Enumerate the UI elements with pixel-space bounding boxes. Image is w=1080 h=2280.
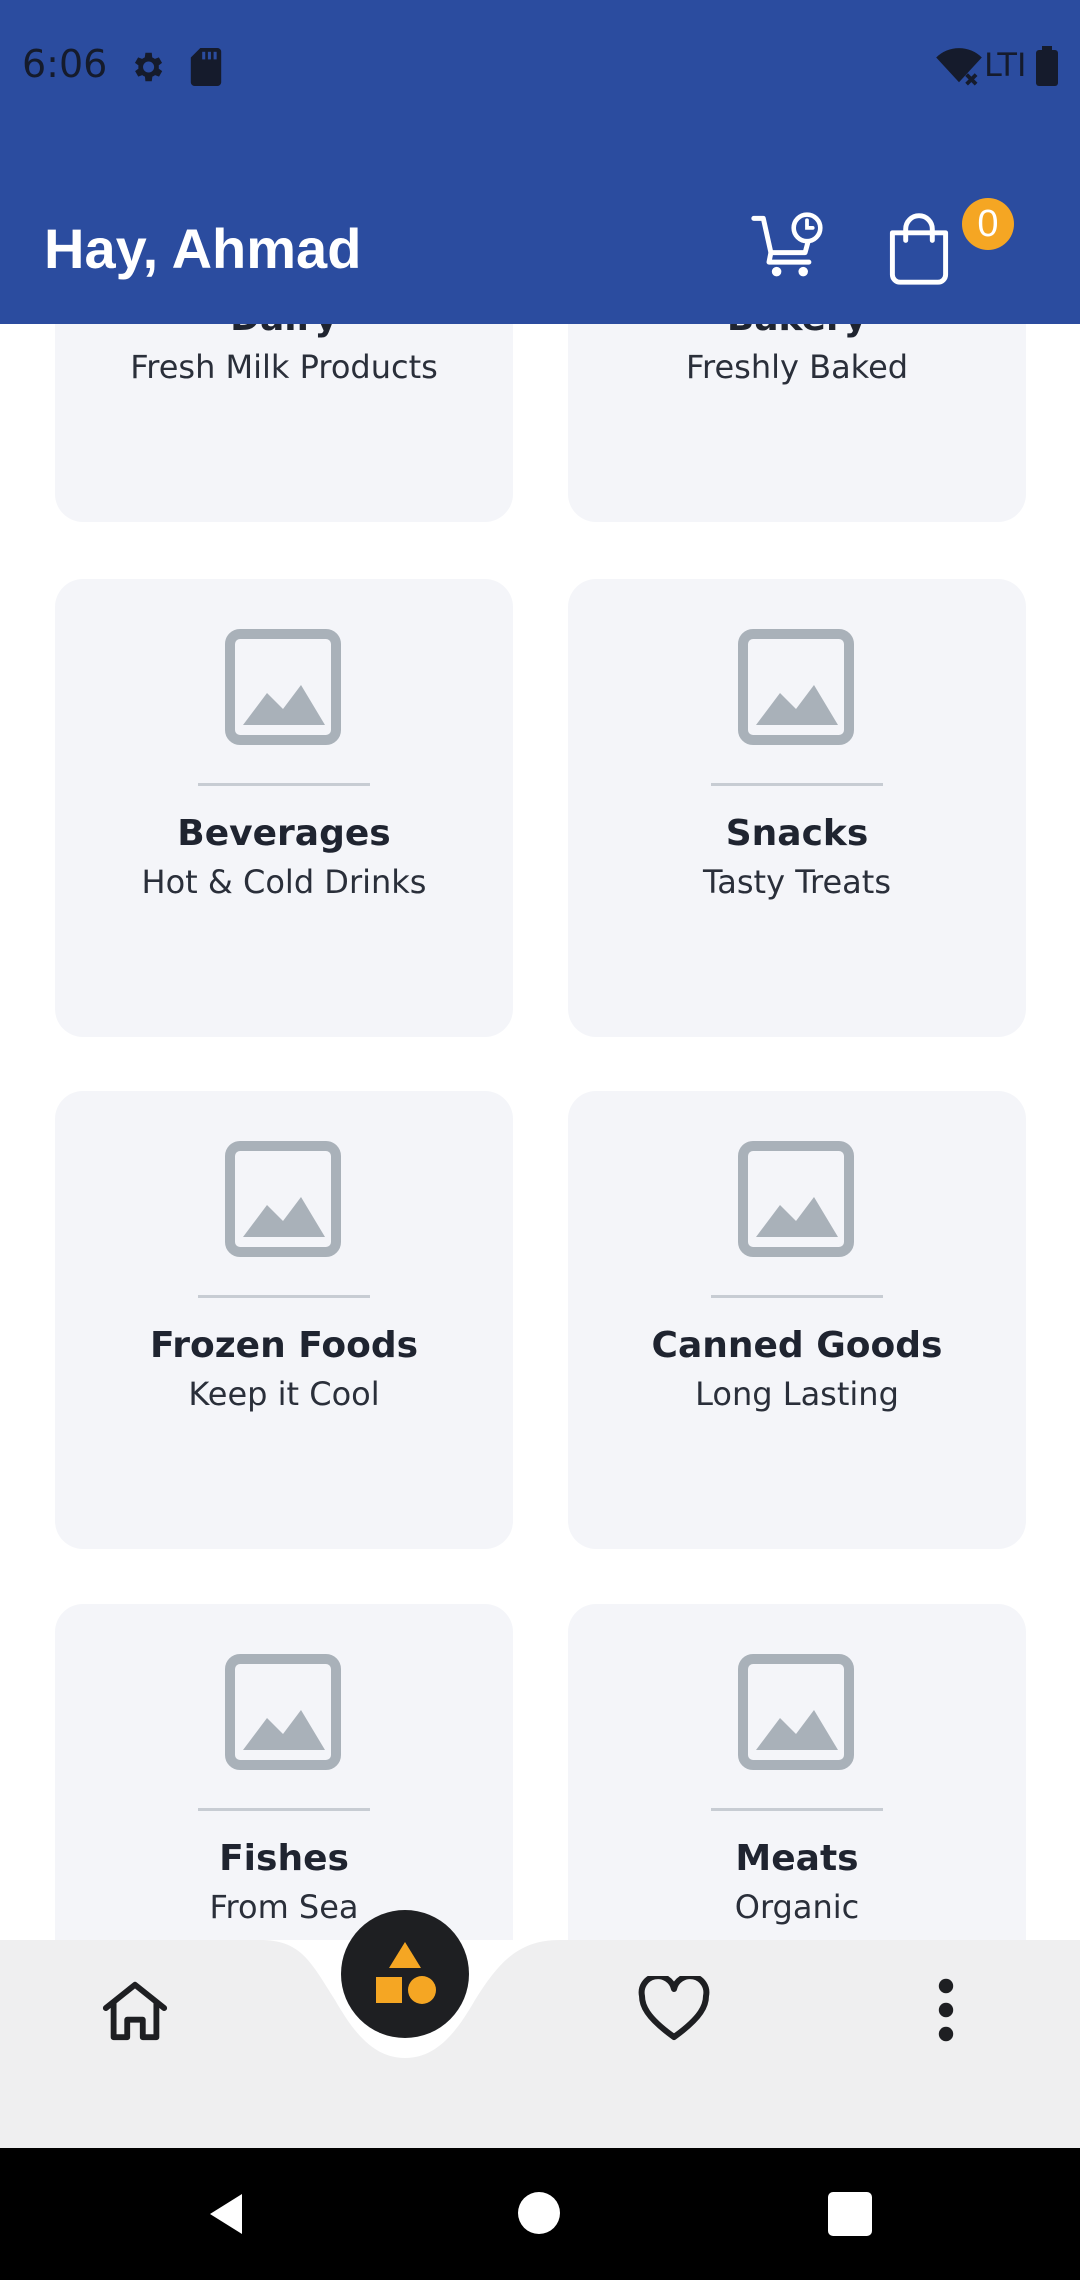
image-placeholder-icon xyxy=(225,1141,341,1257)
category-subtitle: Fresh Milk Products xyxy=(130,348,438,386)
card-divider xyxy=(711,1295,883,1298)
category-card-beverages[interactable]: Beverages Hot & Cold Drinks xyxy=(55,579,513,1037)
category-card-canned-goods[interactable]: Canned Goods Long Lasting xyxy=(568,1091,1026,1549)
card-divider xyxy=(711,1808,883,1811)
card-divider xyxy=(711,783,883,786)
category-subtitle: Hot & Cold Drinks xyxy=(141,863,427,901)
more-vert-icon[interactable] xyxy=(926,1978,966,2042)
heart-icon[interactable] xyxy=(638,1976,710,2042)
status-bar: 6:06 LTI xyxy=(0,0,1080,132)
image-placeholder-icon xyxy=(738,1141,854,1257)
card-divider xyxy=(198,783,370,786)
home-icon[interactable] xyxy=(100,1978,170,2042)
gear-icon xyxy=(134,52,163,82)
image-placeholder-icon xyxy=(225,629,341,745)
category-title: Snacks xyxy=(725,813,869,854)
system-home-button[interactable] xyxy=(518,2192,560,2234)
category-title: Canned Goods xyxy=(651,1325,943,1366)
category-card-snacks[interactable]: Snacks Tasty Treats xyxy=(568,579,1026,1037)
status-time: 6:06 xyxy=(22,42,108,86)
image-placeholder-icon xyxy=(225,1654,341,1770)
category-card-meats[interactable]: Meats Organic xyxy=(568,1604,1026,1940)
bottom-nav-background xyxy=(0,1940,1080,2148)
bottom-navigation xyxy=(0,1940,1080,2148)
category-title: Frozen Foods xyxy=(149,1325,419,1366)
cart-history-icon[interactable] xyxy=(750,210,826,280)
categories-button[interactable] xyxy=(341,1910,469,2038)
category-title: Fishes xyxy=(219,1838,349,1879)
sd-card-icon xyxy=(190,48,222,86)
battery-icon xyxy=(1036,46,1058,86)
category-title: Beverages xyxy=(177,813,391,854)
wifi-icon xyxy=(936,48,982,86)
card-divider xyxy=(198,1808,370,1811)
recent-apps-button[interactable] xyxy=(828,2192,872,2236)
categories-icon xyxy=(376,1942,436,2004)
category-card-fishes[interactable]: Fishes From Sea xyxy=(55,1604,513,1940)
image-placeholder-icon xyxy=(738,1654,854,1770)
category-subtitle: Freshly Baked xyxy=(685,348,909,386)
network-label: LTI xyxy=(984,46,1027,84)
back-icon[interactable] xyxy=(202,2190,250,2238)
card-divider xyxy=(198,1295,370,1298)
category-subtitle: Long Lasting xyxy=(695,1375,899,1413)
system-navigation-bar xyxy=(0,2148,1080,2280)
category-subtitle: Keep it Cool xyxy=(188,1375,380,1413)
image-placeholder-icon xyxy=(738,629,854,745)
category-title: Meats xyxy=(735,1838,859,1879)
category-card-frozen-foods[interactable]: Frozen Foods Keep it Cool xyxy=(55,1091,513,1549)
cart-count-badge: 0 xyxy=(962,198,1014,250)
category-subtitle: From Sea xyxy=(209,1888,359,1926)
greeting-title: Hay, Ahmad xyxy=(44,217,362,280)
app-header: 6:06 LTI Hay, Ahmad 0 xyxy=(0,0,1080,324)
category-subtitle: Organic xyxy=(734,1888,860,1926)
category-subtitle: Tasty Treats xyxy=(703,863,891,901)
shopping-bag-icon[interactable] xyxy=(884,210,954,286)
